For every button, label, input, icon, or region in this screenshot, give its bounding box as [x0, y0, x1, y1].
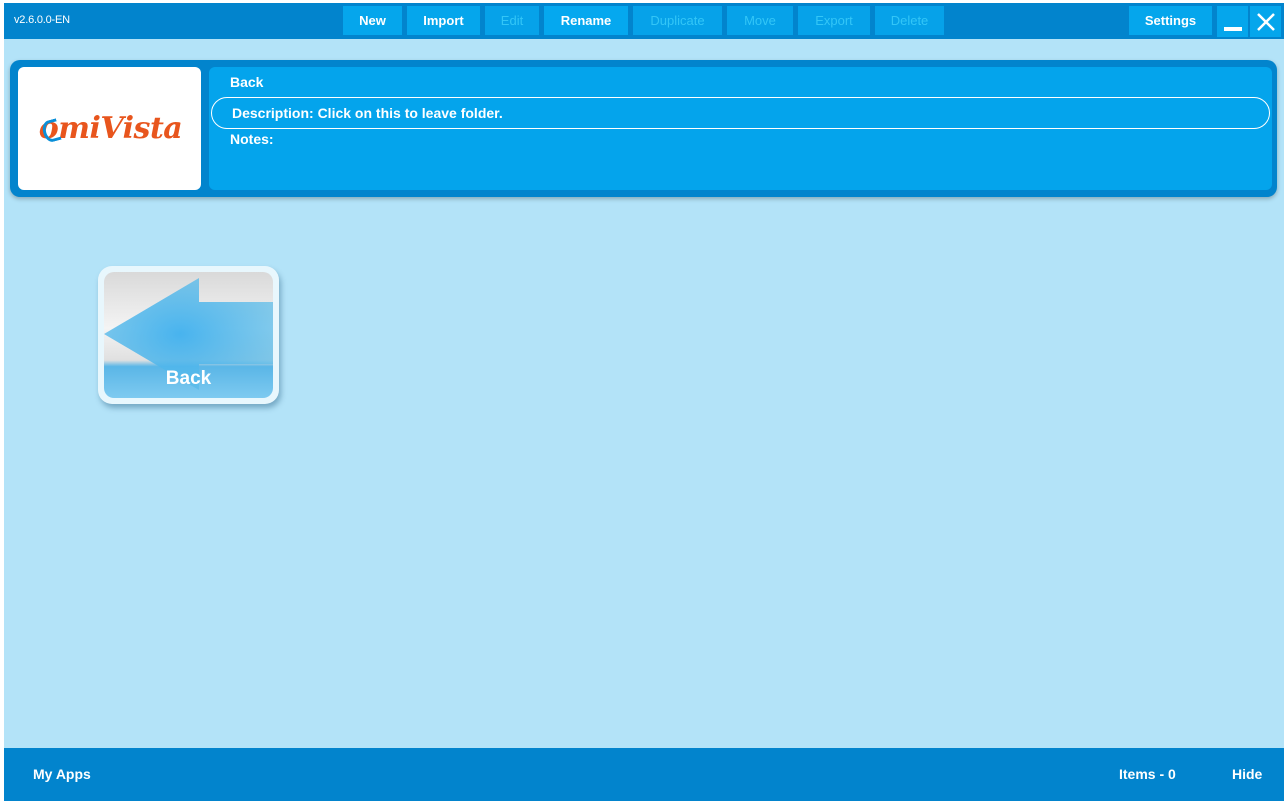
delete-button[interactable]: Delete: [875, 6, 944, 35]
export-button[interactable]: Export: [798, 6, 870, 35]
info-details: Back Description: Click on this to leave…: [209, 67, 1272, 190]
version-label: v2.6.0.0-EN: [14, 14, 70, 26]
rename-button[interactable]: Rename: [544, 6, 628, 35]
logo-box: omiVista: [18, 67, 201, 190]
minimize-button[interactable]: [1217, 6, 1248, 37]
top-toolbar: v2.6.0.0-EN New Import Edit Rename Dupli…: [4, 3, 1284, 39]
move-button[interactable]: Move: [727, 6, 793, 35]
bottom-status-bar: My Apps Items - 0 Hide: [4, 748, 1284, 801]
my-apps-label[interactable]: My Apps: [33, 766, 91, 782]
new-button[interactable]: New: [343, 6, 402, 35]
back-tile-label: Back: [165, 368, 212, 389]
duplicate-button[interactable]: Duplicate: [633, 6, 722, 35]
omivista-logo: omiVista: [38, 111, 183, 146]
notes-label: Notes:: [230, 131, 274, 147]
info-panel: omiVista Back Description: Click on this…: [10, 60, 1277, 197]
edit-button[interactable]: Edit: [485, 6, 539, 35]
import-button[interactable]: Import: [407, 6, 480, 35]
back-tile-face: Back: [104, 272, 273, 398]
hide-button[interactable]: Hide: [1232, 766, 1262, 782]
back-tile[interactable]: Back: [98, 266, 279, 404]
items-count: Items - 0: [1119, 766, 1176, 782]
minimize-icon: [1223, 26, 1242, 31]
description-field: Description: Click on this to leave fold…: [211, 97, 1270, 129]
close-icon: [1256, 12, 1275, 31]
settings-button[interactable]: Settings: [1129, 6, 1212, 35]
selected-item-title: Back: [230, 74, 264, 90]
close-button[interactable]: [1250, 6, 1281, 37]
app-window: v2.6.0.0-EN New Import Edit Rename Dupli…: [4, 3, 1284, 801]
